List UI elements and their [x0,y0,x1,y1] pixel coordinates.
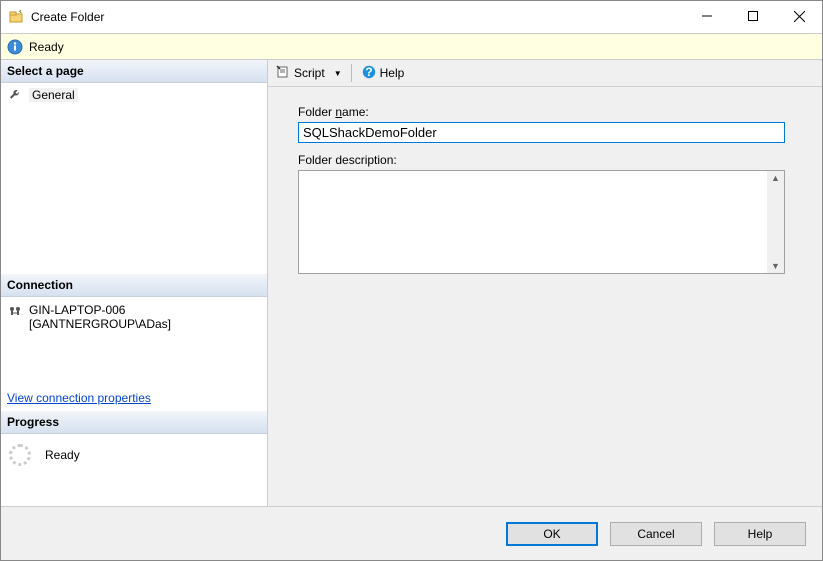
status-text: Ready [29,40,64,54]
spinner-icon [9,444,31,466]
scroll-up-icon[interactable]: ▲ [771,171,780,185]
script-button[interactable]: Script [272,63,329,84]
folder-create-icon [9,9,25,25]
folder-name-label: Folder name: [298,105,792,119]
left-pane: Select a page General Connection [1,60,268,506]
wrench-icon [7,87,23,103]
connection-info: GIN-LAPTOP-006 [GANTNERGROUP\ADas] [1,297,267,337]
progress-text: Ready [45,448,80,462]
progress-block: Ready [1,434,267,476]
dialog-window: Create Folder Ready Select a p [0,0,823,561]
connection-text: GIN-LAPTOP-006 [GANTNERGROUP\ADas] [29,303,171,331]
help-label: Help [380,66,405,80]
section-progress: Progress [1,411,267,434]
window-controls [684,1,822,33]
server-icon [7,305,23,321]
title-bar[interactable]: Create Folder [1,1,822,33]
scrollbar[interactable]: ▲ ▼ [767,171,784,273]
script-icon [276,65,290,82]
view-connection-link[interactable]: View connection properties [1,385,267,411]
toolbar: Script ▼ ? Help [268,60,822,87]
script-dropdown[interactable]: ▼ [331,69,345,78]
page-general[interactable]: General [1,83,267,107]
page-general-label: General [29,88,78,102]
scroll-down-icon[interactable]: ▼ [771,259,780,273]
help-button[interactable]: ? Help [358,63,409,84]
script-label: Script [294,66,325,80]
section-connection: Connection [1,274,267,297]
folder-description-wrap: ▲ ▼ [298,170,785,274]
folder-description-input[interactable] [299,171,767,273]
help-icon: ? [362,65,376,82]
section-select-page: Select a page [1,60,267,83]
help-dialog-button[interactable]: Help [714,522,806,546]
ready-status-bar: Ready [1,33,822,60]
cancel-button[interactable]: Cancel [610,522,702,546]
ok-button[interactable]: OK [506,522,598,546]
main-content: Select a page General Connection [1,60,822,506]
folder-description-label: Folder description: [298,153,792,167]
svg-text:?: ? [365,65,372,79]
close-button[interactable] [776,1,822,31]
form-area: Folder name: Folder description: ▲ ▼ [268,87,822,284]
minimize-button[interactable] [684,1,730,31]
maximize-button[interactable] [730,1,776,31]
folder-name-input[interactable] [298,122,785,143]
connection-user: [GANTNERGROUP\ADas] [29,317,171,331]
window-title: Create Folder [31,10,684,24]
right-pane: Script ▼ ? Help Folder name: [268,60,822,506]
info-icon [7,39,23,55]
toolbar-separator [351,64,352,82]
dialog-buttons: OK Cancel Help [1,506,822,560]
connection-server: GIN-LAPTOP-006 [29,303,171,317]
